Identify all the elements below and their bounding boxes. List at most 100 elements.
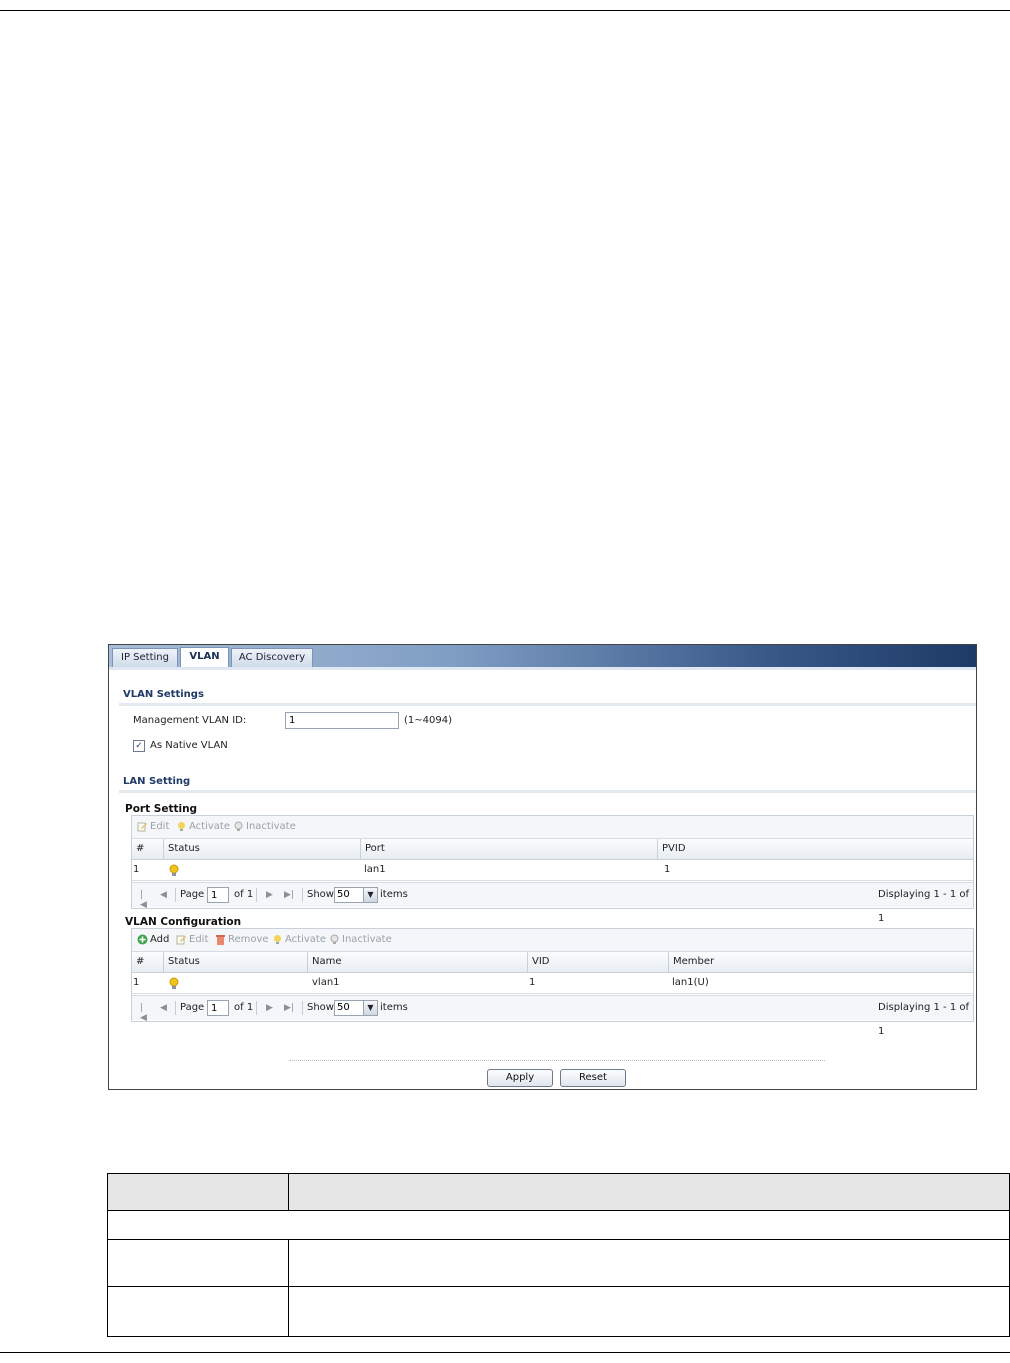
page-of: of 1	[234, 889, 254, 900]
page-label: Page	[180, 1002, 205, 1013]
lightbulb-off-icon	[330, 934, 339, 944]
col-header-number[interactable]: #	[132, 952, 163, 972]
col-header-number[interactable]: #	[132, 839, 163, 859]
vlan-settings-title: VLAN Settings	[123, 689, 204, 700]
vlan-config-grid: Add Edit Remove Activate Inactivate # St…	[131, 928, 974, 1037]
col-header-status[interactable]: Status	[163, 952, 307, 972]
port-pager: |◀ ◀ Page 1 of 1 ▶ ▶| Show 50 ▼ items Dis…	[132, 882, 973, 924]
vlan-remove-label: Remove	[228, 934, 269, 945]
tab-ip-setting[interactable]: IP Setting	[112, 648, 178, 667]
doc-col-divider	[288, 1239, 289, 1336]
port-setting-title: Port Setting	[125, 803, 198, 815]
mgmt-vlan-range: (1~4094)	[404, 715, 452, 726]
vlan-toolbar: Add Edit Remove Activate Inactivate	[132, 929, 973, 952]
col-header-status[interactable]: Status	[163, 839, 360, 859]
per-page-value: 50	[337, 1002, 350, 1013]
vlan-config-title: VLAN Configuration	[125, 916, 242, 928]
vlan-config-screen: IP Setting VLAN AC Discovery VLAN Settin…	[108, 644, 977, 1090]
last-page-icon[interactable]: ▶|	[284, 890, 294, 900]
reset-button[interactable]: Reset	[560, 1069, 626, 1087]
section-divider	[119, 790, 976, 793]
tab-bar: IP Setting VLAN AC Discovery	[109, 645, 976, 668]
native-vlan-checkbox[interactable]: ✓	[133, 740, 145, 752]
pager-separator	[302, 888, 303, 902]
next-page-icon[interactable]: ▶	[266, 890, 275, 900]
lightbulb-off-icon	[234, 821, 243, 831]
displaying-count: Displaying 1 - 1 of 1	[878, 1002, 970, 1037]
table-row[interactable]: 1 lan1 1	[132, 860, 973, 881]
mgmt-vlan-input[interactable]: 1	[285, 712, 399, 729]
tab-vlan[interactable]: VLAN	[180, 647, 229, 668]
prev-page-icon[interactable]: ◀	[160, 890, 169, 900]
doc-table-header	[108, 1174, 1009, 1211]
col-header-vid[interactable]: VID	[527, 952, 668, 972]
last-page-icon[interactable]: ▶|	[284, 1003, 294, 1013]
col-header-pvid[interactable]: PVID	[657, 839, 973, 859]
page-input[interactable]: 1	[207, 1000, 229, 1016]
port-setting-grid: Edit Activate Inactivate # Status Port P…	[131, 815, 974, 924]
vlan-inactivate-label: Inactivate	[342, 934, 392, 945]
port-inactivate-label: Inactivate	[246, 821, 296, 832]
mgmt-vlan-label: Management VLAN ID:	[133, 715, 247, 726]
pager-separator	[256, 888, 257, 902]
row-number: 1	[133, 864, 140, 875]
items-label: items	[380, 889, 408, 900]
show-label: Show	[307, 889, 334, 900]
lightbulb-icon	[274, 935, 281, 944]
apply-button[interactable]: Apply	[487, 1069, 553, 1087]
lightbulb-on-icon	[169, 864, 179, 876]
port-activate-label: Activate	[189, 821, 230, 832]
port-inactivate-button[interactable]: Inactivate	[233, 821, 296, 832]
edit-icon	[137, 822, 147, 832]
next-page-icon[interactable]: ▶	[266, 1003, 275, 1013]
footer-divider	[289, 1060, 825, 1061]
port-edit-button[interactable]: Edit	[137, 821, 169, 832]
col-header-name[interactable]: Name	[307, 952, 527, 972]
pager-separator	[175, 1001, 176, 1015]
per-page-value: 50	[337, 889, 350, 900]
tab-ac-discovery[interactable]: AC Discovery	[231, 648, 313, 667]
page-header-rule	[0, 10, 1010, 11]
pager-separator	[302, 1001, 303, 1015]
vlan-add-label: Add	[150, 934, 170, 945]
vlan-pager: |◀ ◀ Page 1 of 1 ▶ ▶| Show 50 ▼ items Dis…	[132, 995, 973, 1037]
port-toolbar: Edit Activate Inactivate	[132, 816, 973, 839]
edit-icon	[176, 935, 186, 945]
vlan-remove-button[interactable]: Remove	[215, 934, 269, 945]
first-page-icon[interactable]: |◀	[140, 890, 149, 910]
row-member: lan1(U)	[672, 977, 709, 988]
port-activate-button[interactable]: Activate	[176, 821, 230, 832]
lan-setting-title: LAN Setting	[123, 776, 191, 787]
trash-icon	[216, 935, 225, 945]
per-page-select[interactable]: 50 ▼	[334, 1000, 378, 1016]
prev-page-icon[interactable]: ◀	[160, 1003, 169, 1013]
native-vlan-label: As Native VLAN	[150, 740, 228, 751]
vlan-inactivate-button[interactable]: Inactivate	[329, 934, 392, 945]
first-page-icon[interactable]: |◀	[140, 1003, 149, 1023]
vlan-table-header: # Status Name VID Member	[132, 952, 973, 973]
items-label: items	[380, 1002, 408, 1013]
port-table-header: # Status Port PVID	[132, 839, 973, 860]
displaying-count: Displaying 1 - 1 of 1	[878, 889, 970, 924]
doc-row-divider	[108, 1286, 1009, 1287]
show-label: Show	[307, 1002, 334, 1013]
vlan-add-button[interactable]: Add	[137, 934, 169, 945]
doc-col-divider	[288, 1174, 289, 1210]
row-port: lan1	[364, 864, 386, 875]
pager-separator	[256, 1001, 257, 1015]
row-vid: 1	[529, 977, 536, 988]
vlan-edit-label: Edit	[189, 934, 209, 945]
table-row[interactable]: 1 vlan1 1 lan1(U)	[132, 973, 973, 994]
vlan-edit-button[interactable]: Edit	[176, 934, 208, 945]
page-input[interactable]: 1	[207, 887, 229, 903]
section-divider	[119, 703, 976, 706]
col-header-member[interactable]: Member	[668, 952, 973, 972]
row-pvid: 1	[664, 864, 671, 875]
col-header-port[interactable]: Port	[360, 839, 657, 859]
per-page-select[interactable]: 50 ▼	[334, 887, 378, 903]
page-label: Page	[180, 889, 205, 900]
chevron-down-icon: ▼	[363, 1001, 377, 1015]
doc-row-divider	[108, 1239, 1009, 1240]
page-footer-rule	[0, 1352, 1010, 1353]
vlan-activate-button[interactable]: Activate	[272, 934, 326, 945]
